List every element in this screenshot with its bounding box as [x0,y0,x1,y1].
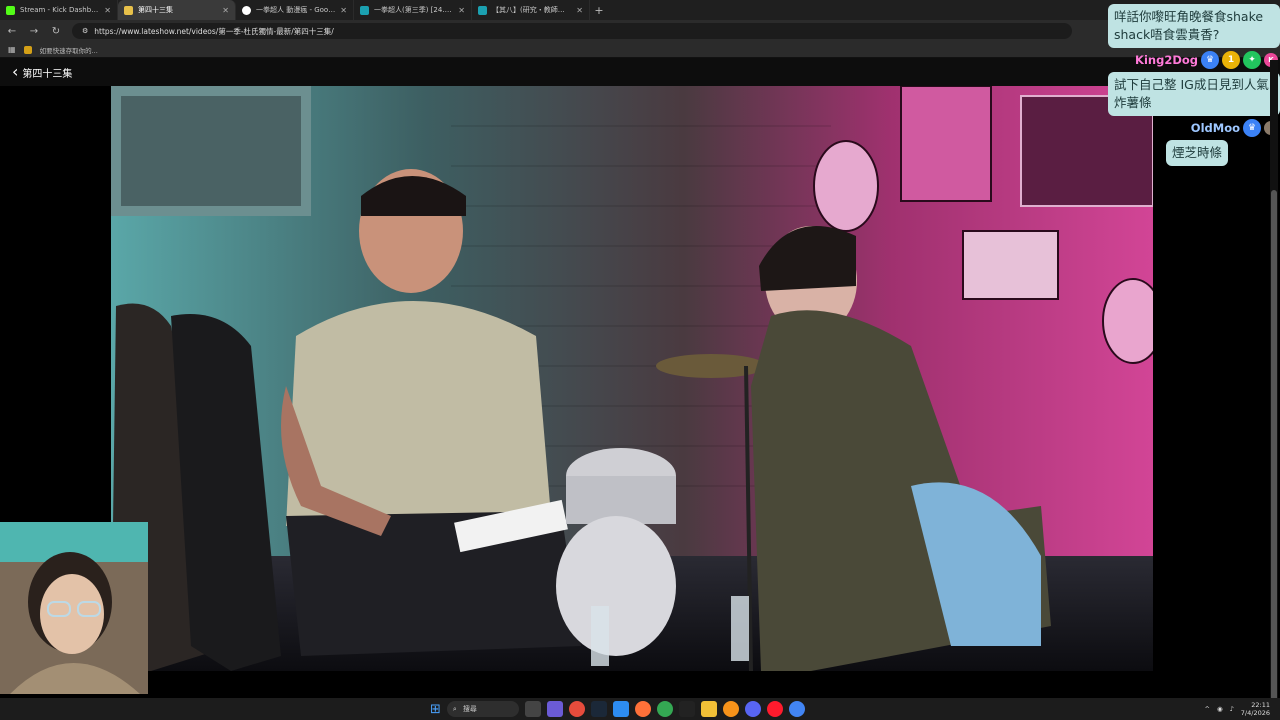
video-player[interactable] [111,86,1153,671]
task-view-icon[interactable] [524,701,541,717]
browser-tab-strip: Stream - Kick Dashboard ✕ 第四十三集 ✕ 一拳超人 動… [0,0,1280,20]
kick-icon [6,5,15,15]
close-icon[interactable]: ✕ [104,6,111,15]
chevron-left-icon[interactable]: ‹ [12,64,18,80]
steam-icon[interactable] [590,701,607,717]
url-bar[interactable]: ⚙ https://www.lateshow.net/videos/第一季-杜氏… [72,23,1072,39]
wifi-icon[interactable]: ◉ [1217,705,1223,713]
tab-label: 一拳超人 動漫瘋 - Google 搜尋 [256,6,335,14]
site-icon [478,5,487,15]
site-icon [124,5,133,15]
search-icon: ⌕ [452,704,457,713]
chat-username[interactable]: OldMoo [1191,119,1240,137]
tab-label: Stream - Kick Dashboard [20,6,100,14]
streamer-webcam [0,522,148,694]
page-title: 第四十三集 [22,68,73,80]
close-icon[interactable]: ✕ [340,6,347,15]
clock[interactable]: 22:11 7/4/2026 [1241,701,1270,717]
taskbar-apps: ⊞ ⌕ 搜尋 [430,698,805,720]
close-icon[interactable]: ✕ [458,6,465,15]
star-badge-icon: ✦ [1243,51,1261,69]
close-icon[interactable]: ✕ [576,6,583,15]
tab-label: 一拳超人(第三季) [24.5] 線上看 [374,6,453,14]
tab-kick-dashboard[interactable]: Stream - Kick Dashboard ✕ [0,0,118,20]
site-icon [360,5,369,15]
chrome-active-icon[interactable] [788,701,805,717]
apps-grid-icon[interactable]: ▦ [8,45,16,54]
crown-badge-icon: ♛ [1243,119,1261,137]
new-tab-button[interactable]: + [590,4,608,17]
reload-icon[interactable]: ↻ [50,26,62,37]
tab-episode-43[interactable]: 第四十三集 ✕ [118,0,236,20]
chat-overlay: 咩話你嚟旺角晚餐食shake shack唔食雲貴香? King2Dog ♛ 1 … [1104,4,1280,166]
back-arrow-icon[interactable]: ← [6,26,18,37]
url-text: https://www.lateshow.net/videos/第一季-杜氏獨情… [94,26,334,36]
tab-research[interactable]: 【其八】(研究・教師相應・) ✕ [472,0,590,20]
chat-user-row: OldMoo ♛ [1104,119,1278,137]
bookmark-item[interactable]: 如要快速存取你的... [40,45,98,55]
os-taskbar: ⊞ ⌕ 搜尋 ^ ◉ ♪ 22:11 7/4/2026 [0,698,1280,720]
search-label: 搜尋 [462,705,477,713]
windows-start-icon[interactable]: ⊞ [430,702,441,717]
page-header: ‹ 第四十三集 [0,58,1280,86]
scrollbar-thumb[interactable] [1271,190,1277,710]
tray-chevron-icon[interactable]: ^ [1205,705,1210,713]
chat-message-text: 試下自己整 IG成日見到人氣炸薯條 [1114,77,1269,110]
tab-one-punch-man[interactable]: 一拳超人(第三季) [24.5] 線上看 ✕ [354,0,472,20]
firefox-icon[interactable] [634,701,651,717]
volume-icon[interactable]: ♪ [1230,705,1234,713]
discord-icon[interactable] [744,701,761,717]
chat-message: 咩話你嚟旺角晚餐食shake shack唔食雲貴香? [1108,4,1280,48]
chat-message-text: 咩話你嚟旺角晚餐食shake shack唔食雲貴香? [1114,9,1264,42]
bookmarks-bar: ▦ 如要快速存取你的... [0,42,1280,58]
capcut-icon[interactable] [678,701,695,717]
chat-message-text: 煙芝時條 [1172,145,1223,160]
opera-icon[interactable] [766,701,783,717]
tab-google-search[interactable]: 一拳超人 動漫瘋 - Google 搜尋 ✕ [236,0,354,20]
bookmark-icon [23,45,32,54]
photos-icon[interactable] [612,701,629,717]
bitcoin-app-icon[interactable] [722,701,739,717]
chat-username[interactable]: King2Dog [1135,51,1198,69]
clock-time: 22:11 [1251,701,1270,709]
scrollbar[interactable] [1270,60,1278,710]
chat-message: 煙芝時條 [1166,140,1229,166]
chat-user-row: King2Dog ♛ 1 ✦ K [1104,51,1278,69]
rank-badge-icon: 1 [1222,51,1240,69]
webcam-image [0,522,148,694]
tab-label: 第四十三集 [138,6,173,14]
clock-date: 7/4/2026 [1240,709,1270,717]
video-frame [111,86,1153,671]
google-icon [242,5,251,15]
file-explorer-icon[interactable] [700,701,717,717]
site-info-icon[interactable]: ⚙ [82,27,88,35]
taskbar-search[interactable]: ⌕ 搜尋 [446,701,519,717]
address-toolbar: ← → ↻ ⚙ https://www.lateshow.net/videos/… [0,20,1280,42]
system-tray: ^ ◉ ♪ 22:11 7/4/2026 [1205,698,1270,720]
tab-label: 【其八】(研究・教師相應・) [492,6,572,14]
browser-icon[interactable] [656,701,673,717]
chat-app-icon[interactable] [546,701,563,717]
chrome-icon[interactable] [568,701,585,717]
chat-message: 試下自己整 IG成日見到人氣炸薯條 [1108,72,1280,116]
crown-badge-icon: ♛ [1201,51,1219,69]
close-icon[interactable]: ✕ [222,6,229,15]
forward-arrow-icon[interactable]: → [28,26,40,37]
